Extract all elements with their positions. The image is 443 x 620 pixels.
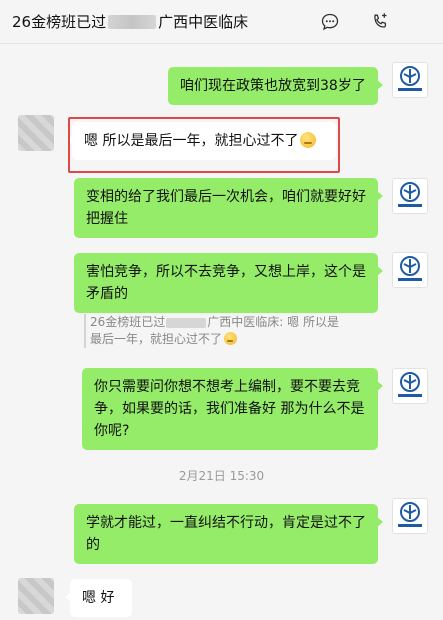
avatar[interactable] <box>392 498 428 534</box>
school-logo-icon <box>398 182 422 207</box>
avatar[interactable] <box>18 578 54 614</box>
message-text: 嗯 好 <box>82 590 115 606</box>
avatar[interactable] <box>392 62 428 98</box>
message-bubble-outgoing[interactable]: 害怕竞争，所以不去竞争，又想上岸，这个是矛盾的 <box>74 253 383 313</box>
more-dots-icon[interactable] <box>320 12 340 32</box>
avatar[interactable] <box>18 115 54 151</box>
message-bubble-incoming[interactable]: 嗯 所以是最后一年，就担心过不了 <box>67 122 336 160</box>
message-text: 害怕竞争，所以不去竞争，又想上岸，这个是矛盾的 <box>86 264 366 302</box>
worried-face-emoji <box>224 332 238 345</box>
school-logo-icon <box>398 256 422 281</box>
message-bubble-outgoing[interactable]: 学就才能过，一直纠结不行动，肯定是过不了的 <box>74 504 383 564</box>
message-bubble-incoming[interactable]: 嗯 好 <box>65 579 132 617</box>
avatar[interactable] <box>392 368 428 404</box>
message-bubble-outgoing[interactable]: 你只需要问你想不想考上编制，要不要去竞争，如果要的话，我们准备好 那为什么不是你… <box>82 368 383 450</box>
message-text: 学就才能过，一直纠结不行动，肯定是过不了的 <box>86 515 366 553</box>
school-logo-icon <box>398 502 422 527</box>
quote-sender-part1: 26金榜班已过 <box>90 315 166 329</box>
message-timestamp: 2月21日 15:30 <box>178 469 265 483</box>
school-logo-icon <box>398 372 422 397</box>
message-text: 你只需要问你想不想考上编制，要不要去竞争，如果要的话，我们准备好 那为什么不是你… <box>94 379 365 439</box>
avatar[interactable] <box>392 252 428 288</box>
redacted-name-block <box>108 14 157 29</box>
message-bubble-outgoing[interactable]: 咱们现在政策也放宽到38岁了 <box>168 67 383 105</box>
chat-title-part2: 广西中医临床 <box>158 13 249 31</box>
worried-face-emoji <box>300 132 317 148</box>
phone-call-icon[interactable] <box>370 12 390 32</box>
chat-title: 26金榜班已过 广西中医临床 <box>12 11 248 32</box>
message-text: 咱们现在政策也放宽到38岁了 <box>180 78 366 94</box>
message-bubble-outgoing[interactable]: 变相的给了我们最后一次机会，咱们就要好好把握住 <box>74 178 383 238</box>
school-logo-icon <box>398 66 422 91</box>
quoted-reply[interactable]: 26金榜班已过 广西中医临床: 嗯 所以是最后一年，就担心过不了 <box>84 314 346 348</box>
message-text: 嗯 所以是最后一年，就担心过不了 <box>84 133 299 149</box>
message-text: 变相的给了我们最后一次机会，咱们就要好好把握住 <box>86 189 366 227</box>
chat-title-part1: 26金榜班已过 <box>12 13 107 31</box>
redacted-name-block <box>166 317 207 328</box>
avatar[interactable] <box>392 178 428 214</box>
